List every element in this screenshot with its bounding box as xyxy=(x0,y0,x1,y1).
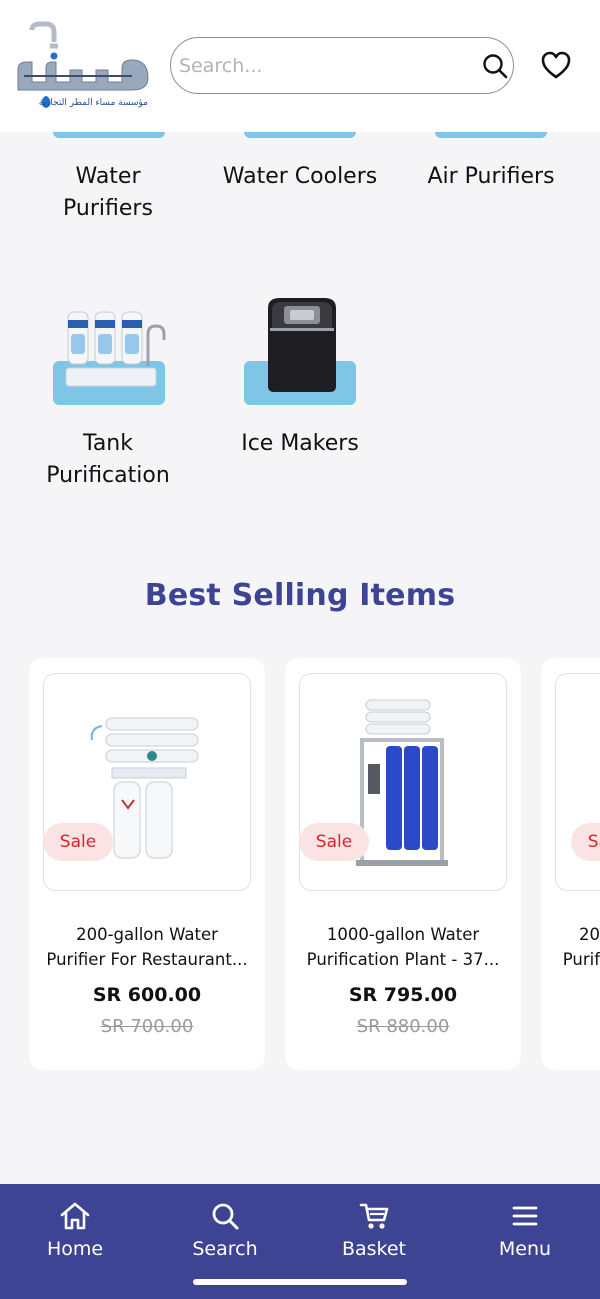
product-old-price: SR 880.00 xyxy=(356,1016,450,1037)
product-name[interactable]: 1000-gallon Water Purification Plant - 3… xyxy=(295,922,511,972)
bottom-navigation: Home Search Basket Menu xyxy=(0,1184,600,1299)
search-input[interactable] xyxy=(179,48,479,84)
product-price: SR 795.00 xyxy=(348,984,458,1006)
product-name[interactable]: 20 Purif xyxy=(541,922,600,972)
category-label-air-purifiers[interactable]: Air Purifiers xyxy=(396,161,586,193)
category-label-ice-makers[interactable]: Ice Makers xyxy=(205,428,395,460)
nav-basket[interactable]: Basket xyxy=(309,1200,439,1266)
ice-maker-image[interactable] xyxy=(262,294,342,396)
heart-icon[interactable] xyxy=(540,50,572,80)
product-old-price: SR 700.00 xyxy=(100,1016,194,1037)
product-price: SR 600.00 xyxy=(92,984,202,1006)
category-tile-water-purifiers[interactable] xyxy=(53,132,165,138)
sale-badge: Sale xyxy=(299,823,369,861)
category-tile-water-coolers[interactable] xyxy=(244,132,356,138)
sale-badge: Sale xyxy=(43,823,113,861)
category-label-water-purifiers[interactable]: Water Purifiers xyxy=(13,161,203,225)
basket-icon xyxy=(359,1203,389,1229)
product-card-2[interactable]: Sale 1000-gallon Water Purification Plan… xyxy=(285,658,521,1070)
product-name[interactable]: 200-gallon Water Purifier For Restaurant… xyxy=(39,922,255,972)
nav-menu[interactable]: Menu xyxy=(460,1200,590,1266)
category-label-water-coolers[interactable]: Water Coolers xyxy=(205,161,395,193)
nav-home[interactable]: Home xyxy=(10,1200,140,1266)
search-icon[interactable] xyxy=(481,52,509,80)
top-header: مؤسسة مساء المطر التجارية xyxy=(0,0,600,132)
company-logo[interactable]: مؤسسة مساء المطر التجارية xyxy=(12,20,154,112)
search-bar[interactable] xyxy=(170,37,514,94)
category-tile-air-purifiers[interactable] xyxy=(435,132,547,138)
logo-subtitle: مؤسسة مساء المطر التجارية xyxy=(39,98,148,108)
search-icon xyxy=(212,1203,239,1230)
product-card-1[interactable]: Sale 200-gallon Water Purifier For Resta… xyxy=(29,658,265,1070)
home-icon xyxy=(60,1202,90,1230)
nav-search[interactable]: Search xyxy=(160,1200,290,1266)
category-label-tank-purification[interactable]: Tank Purification xyxy=(13,428,203,492)
product-card-3[interactable]: Sale 20 Purif xyxy=(541,658,600,1070)
menu-icon xyxy=(512,1206,538,1226)
home-indicator[interactable] xyxy=(193,1279,407,1285)
best-selling-title: Best Selling Items xyxy=(144,578,456,613)
tank-purification-image[interactable] xyxy=(60,308,172,390)
